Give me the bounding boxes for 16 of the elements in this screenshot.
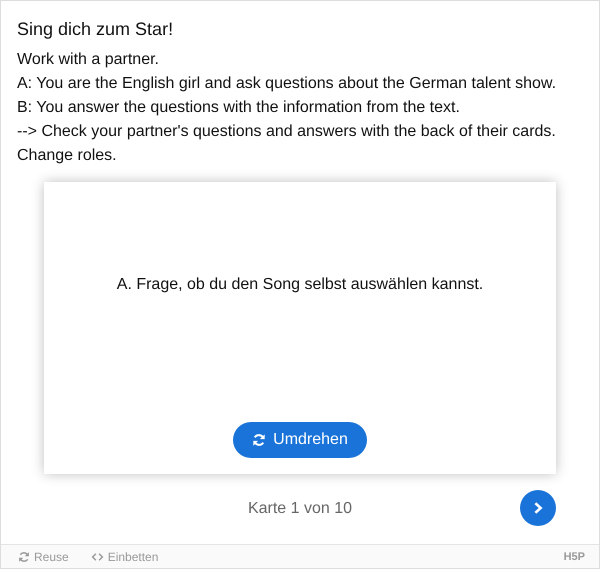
code-icon [90, 552, 104, 562]
task-title: Sing dich zum Star! [17, 18, 174, 41]
instruction-text: --> Check your partner's questions and answers with the back of their cards. [17, 122, 557, 142]
refresh-icon [18, 550, 30, 562]
reuse-button[interactable]: Reuse [18, 550, 69, 564]
instruction-text: B: You answer the questions with the information from the text. [17, 98, 461, 118]
next-button[interactable] [520, 490, 556, 526]
embed-button[interactable]: Einbetten [90, 550, 158, 564]
refresh-icon [252, 433, 266, 447]
card-text: A. Frage, ob du den Song selbst auswählen kannst. [116, 276, 484, 295]
h5p-logo[interactable]: H5P [564, 550, 585, 562]
instruction-text: Work with a partner. [17, 50, 160, 70]
progress-text: Karte 1 von 10 [248, 500, 352, 518]
instruction-text: Change roles. [17, 146, 118, 166]
flip-button[interactable]: Umdrehen [233, 422, 367, 458]
instruction-text: A: You are the English girl and ask questions about the German talent show. [17, 74, 558, 94]
